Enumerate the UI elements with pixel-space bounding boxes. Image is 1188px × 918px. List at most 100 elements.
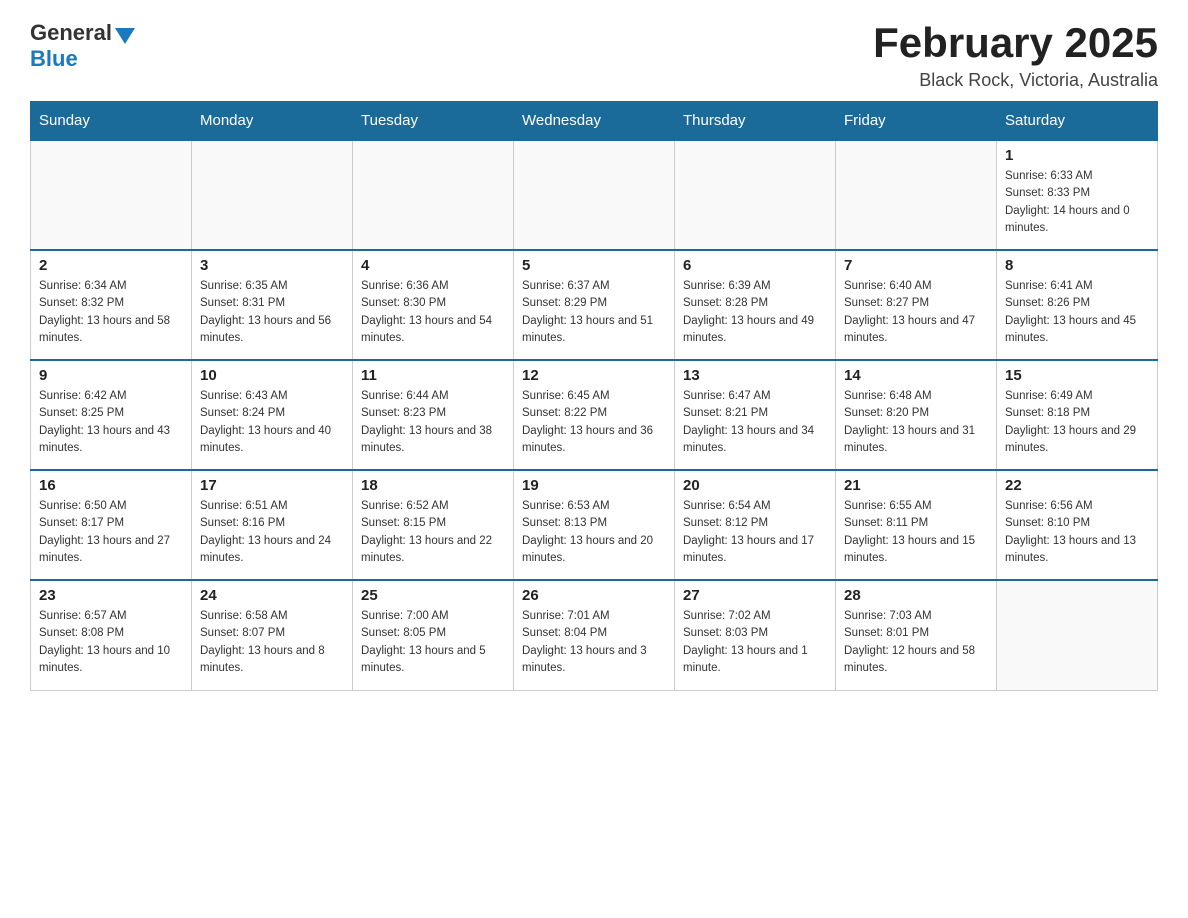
day-number: 16 [39, 477, 183, 494]
day-info: Sunrise: 6:36 AMSunset: 8:30 PMDaylight:… [361, 278, 505, 347]
calendar-cell [353, 140, 514, 250]
day-number: 2 [39, 257, 183, 274]
day-number: 17 [200, 477, 344, 494]
day-number: 18 [361, 477, 505, 494]
day-info: Sunrise: 6:54 AMSunset: 8:12 PMDaylight:… [683, 498, 827, 567]
day-info: Sunrise: 6:55 AMSunset: 8:11 PMDaylight:… [844, 498, 988, 567]
day-info: Sunrise: 7:00 AMSunset: 8:05 PMDaylight:… [361, 608, 505, 677]
day-info: Sunrise: 6:33 AMSunset: 8:33 PMDaylight:… [1005, 168, 1149, 237]
calendar-week-row-2: 2 Sunrise: 6:34 AMSunset: 8:32 PMDaylight… [31, 250, 1158, 360]
day-number: 12 [522, 367, 666, 384]
calendar-cell [997, 580, 1158, 690]
logo: General Blue [30, 20, 135, 72]
day-info: Sunrise: 6:34 AMSunset: 8:32 PMDaylight:… [39, 278, 183, 347]
calendar-cell: 25 Sunrise: 7:00 AMSunset: 8:05 PMDayligh… [353, 580, 514, 690]
calendar-week-row-5: 23 Sunrise: 6:57 AMSunset: 8:08 PMDayligh… [31, 580, 1158, 690]
day-info: Sunrise: 6:47 AMSunset: 8:21 PMDaylight:… [683, 388, 827, 457]
day-number: 1 [1005, 147, 1149, 164]
month-title: February 2025 [873, 20, 1158, 66]
calendar-table: SundayMondayTuesdayWednesdayThursdayFrid… [30, 101, 1158, 691]
calendar-cell: 19Sunrise: 6:53 AMSunset: 8:13 PMDayligh… [514, 470, 675, 580]
day-number: 14 [844, 367, 988, 384]
day-info: Sunrise: 6:52 AMSunset: 8:15 PMDaylight:… [361, 498, 505, 567]
calendar-cell [514, 140, 675, 250]
calendar-cell: 21 Sunrise: 6:55 AMSunset: 8:11 PMDayligh… [836, 470, 997, 580]
calendar-cell: 27 Sunrise: 7:02 AMSunset: 8:03 PMDayligh… [675, 580, 836, 690]
calendar-week-row-1: 1 Sunrise: 6:33 AMSunset: 8:33 PMDaylight… [31, 140, 1158, 250]
calendar-cell: 11 Sunrise: 6:44 AMSunset: 8:23 PMDayligh… [353, 360, 514, 470]
day-info: Sunrise: 6:49 AMSunset: 8:18 PMDaylight:… [1005, 388, 1149, 457]
day-info: Sunrise: 6:45 AMSunset: 8:22 PMDaylight:… [522, 388, 666, 457]
day-number: 22 [1005, 477, 1149, 494]
title-section: February 2025 Black Rock, Victoria, Aust… [873, 20, 1158, 91]
logo-general-text: General [30, 20, 112, 46]
day-number: 21 [844, 477, 988, 494]
calendar-cell: 18 Sunrise: 6:52 AMSunset: 8:15 PMDayligh… [353, 470, 514, 580]
day-info: Sunrise: 7:02 AMSunset: 8:03 PMDaylight:… [683, 608, 827, 677]
calendar-header-row: SundayMondayTuesdayWednesdayThursdayFrid… [31, 102, 1158, 141]
day-number: 11 [361, 367, 505, 384]
calendar-cell: 13 Sunrise: 6:47 AMSunset: 8:21 PMDayligh… [675, 360, 836, 470]
calendar-cell: 24 Sunrise: 6:58 AMSunset: 8:07 PMDayligh… [192, 580, 353, 690]
day-info: Sunrise: 6:58 AMSunset: 8:07 PMDaylight:… [200, 608, 344, 677]
calendar-header-sunday: Sunday [31, 102, 192, 141]
day-info: Sunrise: 6:35 AMSunset: 8:31 PMDaylight:… [200, 278, 344, 347]
page-header: General Blue February 2025 Black Rock, V… [30, 20, 1158, 91]
calendar-cell: 1 Sunrise: 6:33 AMSunset: 8:33 PMDaylight… [997, 140, 1158, 250]
day-number: 15 [1005, 367, 1149, 384]
day-number: 26 [522, 587, 666, 604]
calendar-week-row-4: 16 Sunrise: 6:50 AMSunset: 8:17 PMDayligh… [31, 470, 1158, 580]
day-number: 28 [844, 587, 988, 604]
calendar-cell: 17Sunrise: 6:51 AMSunset: 8:16 PMDayligh… [192, 470, 353, 580]
calendar-cell [31, 140, 192, 250]
day-number: 24 [200, 587, 344, 604]
calendar-cell: 8 Sunrise: 6:41 AMSunset: 8:26 PMDaylight… [997, 250, 1158, 360]
day-number: 7 [844, 257, 988, 274]
day-number: 5 [522, 257, 666, 274]
calendar-cell: 6 Sunrise: 6:39 AMSunset: 8:28 PMDaylight… [675, 250, 836, 360]
day-number: 3 [200, 257, 344, 274]
calendar-header-saturday: Saturday [997, 102, 1158, 141]
calendar-cell [836, 140, 997, 250]
calendar-cell: 12 Sunrise: 6:45 AMSunset: 8:22 PMDayligh… [514, 360, 675, 470]
day-info: Sunrise: 6:40 AMSunset: 8:27 PMDaylight:… [844, 278, 988, 347]
calendar-cell: 15 Sunrise: 6:49 AMSunset: 8:18 PMDayligh… [997, 360, 1158, 470]
day-number: 8 [1005, 257, 1149, 274]
calendar-cell: 7 Sunrise: 6:40 AMSunset: 8:27 PMDaylight… [836, 250, 997, 360]
day-info: Sunrise: 7:01 AMSunset: 8:04 PMDaylight:… [522, 608, 666, 677]
day-number: 10 [200, 367, 344, 384]
day-number: 25 [361, 587, 505, 604]
day-number: 13 [683, 367, 827, 384]
day-info: Sunrise: 6:57 AMSunset: 8:08 PMDaylight:… [39, 608, 183, 677]
day-number: 23 [39, 587, 183, 604]
day-info: Sunrise: 6:44 AMSunset: 8:23 PMDaylight:… [361, 388, 505, 457]
logo-blue-text: Blue [30, 46, 78, 71]
day-number: 6 [683, 257, 827, 274]
calendar-cell [192, 140, 353, 250]
calendar-header-wednesday: Wednesday [514, 102, 675, 141]
calendar-week-row-3: 9Sunrise: 6:42 AMSunset: 8:25 PMDaylight… [31, 360, 1158, 470]
location-text: Black Rock, Victoria, Australia [873, 70, 1158, 91]
day-info: Sunrise: 6:43 AMSunset: 8:24 PMDaylight:… [200, 388, 344, 457]
logo-triangle-icon [115, 28, 135, 44]
day-info: Sunrise: 6:50 AMSunset: 8:17 PMDaylight:… [39, 498, 183, 567]
calendar-cell: 4 Sunrise: 6:36 AMSunset: 8:30 PMDaylight… [353, 250, 514, 360]
day-number: 9 [39, 367, 183, 384]
day-info: Sunrise: 6:39 AMSunset: 8:28 PMDaylight:… [683, 278, 827, 347]
day-number: 4 [361, 257, 505, 274]
day-info: Sunrise: 6:41 AMSunset: 8:26 PMDaylight:… [1005, 278, 1149, 347]
day-number: 27 [683, 587, 827, 604]
day-info: Sunrise: 6:37 AMSunset: 8:29 PMDaylight:… [522, 278, 666, 347]
calendar-cell: 2 Sunrise: 6:34 AMSunset: 8:32 PMDaylight… [31, 250, 192, 360]
calendar-header-monday: Monday [192, 102, 353, 141]
calendar-cell: 16 Sunrise: 6:50 AMSunset: 8:17 PMDayligh… [31, 470, 192, 580]
day-info: Sunrise: 7:03 AMSunset: 8:01 PMDaylight:… [844, 608, 988, 677]
day-number: 20 [683, 477, 827, 494]
day-number: 19 [522, 477, 666, 494]
calendar-cell [675, 140, 836, 250]
day-info: Sunrise: 6:56 AMSunset: 8:10 PMDaylight:… [1005, 498, 1149, 567]
calendar-cell: 9Sunrise: 6:42 AMSunset: 8:25 PMDaylight… [31, 360, 192, 470]
calendar-cell: 20 Sunrise: 6:54 AMSunset: 8:12 PMDayligh… [675, 470, 836, 580]
calendar-cell: 22 Sunrise: 6:56 AMSunset: 8:10 PMDayligh… [997, 470, 1158, 580]
calendar-cell: 26 Sunrise: 7:01 AMSunset: 8:04 PMDayligh… [514, 580, 675, 690]
